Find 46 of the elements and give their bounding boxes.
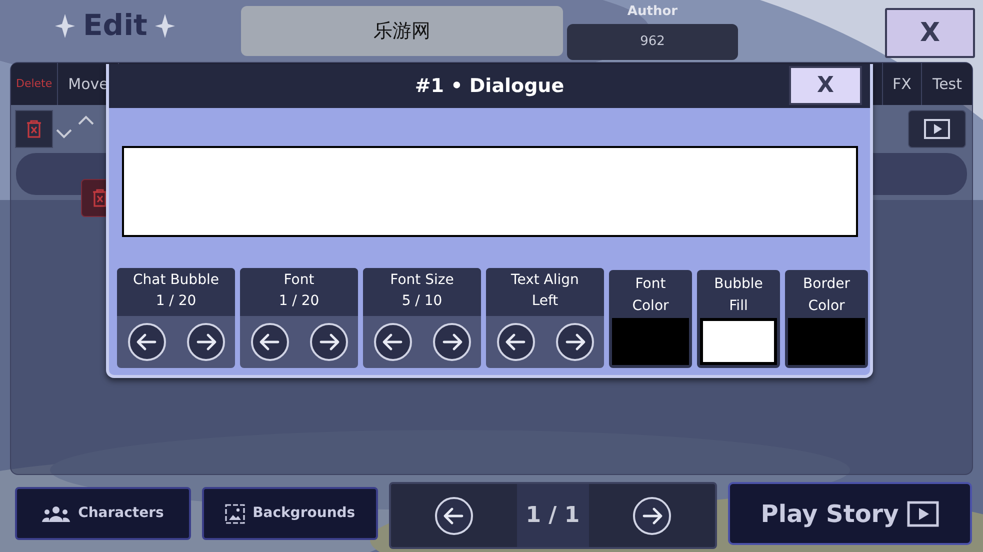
color-swatch[interactable] xyxy=(612,318,689,365)
play-button[interactable] xyxy=(908,110,966,148)
stepper-label: Font xyxy=(284,271,314,290)
sparkle-icon xyxy=(55,14,75,38)
author-field[interactable]: 962 xyxy=(567,24,738,60)
arrow-right-icon[interactable] xyxy=(554,322,594,362)
play-icon xyxy=(906,500,939,526)
color-swatch[interactable] xyxy=(788,318,865,365)
story-title-field[interactable]: 乐游网 xyxy=(241,6,563,56)
play-icon xyxy=(924,119,950,139)
dialogue-text-field[interactable] xyxy=(122,146,858,237)
stepper-value: 5 / 10 xyxy=(402,292,442,311)
sparkle-icon xyxy=(155,14,176,38)
arrow-left-icon[interactable] xyxy=(434,496,474,536)
people-icon xyxy=(42,506,70,522)
arrow-right-icon[interactable] xyxy=(186,322,226,362)
swatch-label: Bubble Fill xyxy=(714,276,763,314)
stepper-value: 1 / 20 xyxy=(156,292,196,311)
page-title: Edit xyxy=(83,7,148,44)
arrow-right-icon[interactable] xyxy=(632,496,672,536)
arrow-left-icon[interactable] xyxy=(496,322,536,362)
stepper-value: Left xyxy=(532,292,558,311)
trash-icon xyxy=(24,118,44,140)
dialog-title: #1 • Dialogue xyxy=(414,74,564,99)
close-button[interactable]: X xyxy=(789,66,862,105)
play-story-button[interactable]: Play Story xyxy=(728,482,972,545)
toolbar-tab[interactable]: FX xyxy=(882,63,922,105)
characters-button[interactable]: Characters xyxy=(15,487,191,540)
stepper-label: Font Size xyxy=(390,271,454,290)
backgrounds-button[interactable]: Backgrounds xyxy=(202,487,378,540)
image-icon xyxy=(224,504,245,524)
arrow-left-icon[interactable] xyxy=(372,322,412,362)
stepper-label: Text Align xyxy=(511,271,579,290)
swatch-label: Border Color xyxy=(803,276,850,314)
author-label: Author xyxy=(627,5,678,18)
arrow-right-icon[interactable] xyxy=(308,322,348,362)
toolbar-tab[interactable]: Test xyxy=(921,63,972,105)
page-number: 1 / 1 xyxy=(516,484,589,547)
swatch-label: Font Color xyxy=(632,276,669,314)
stepper-label: Chat Bubble xyxy=(133,271,219,290)
stepper-value: 1 / 20 xyxy=(278,292,320,311)
color-swatch[interactable] xyxy=(700,318,777,365)
arrow-left-icon[interactable] xyxy=(126,322,166,362)
arrow-left-icon[interactable] xyxy=(250,322,290,362)
arrow-right-icon[interactable] xyxy=(432,322,472,362)
close-button[interactable]: X xyxy=(885,8,975,58)
